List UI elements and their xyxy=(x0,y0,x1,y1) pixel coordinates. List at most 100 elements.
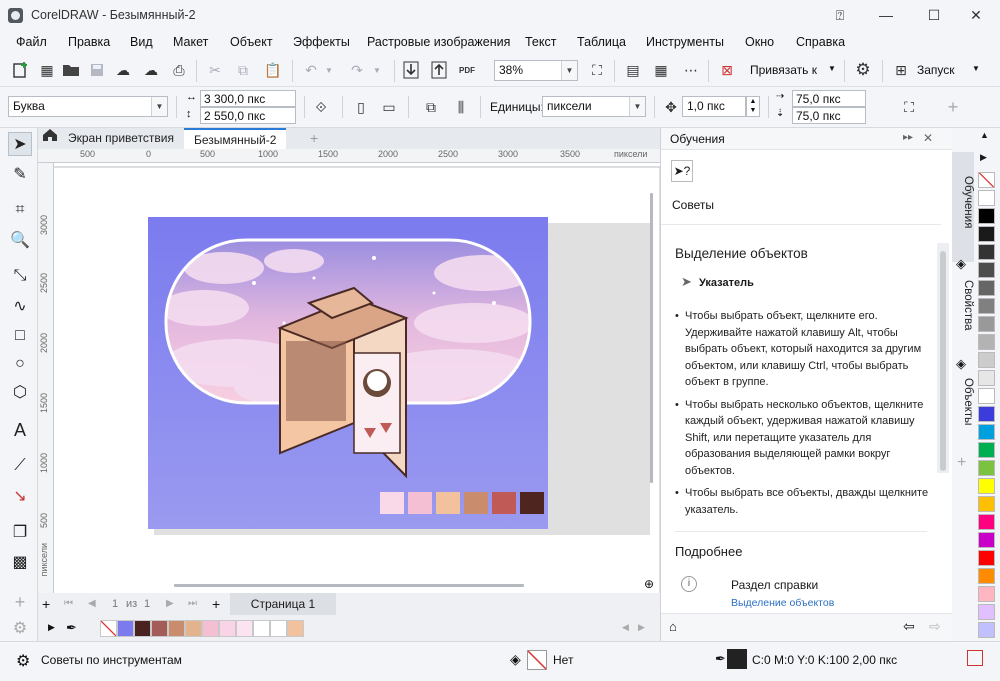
home-icon[interactable]: ⌂ xyxy=(669,619,677,634)
add-docker-icon[interactable]: + xyxy=(957,454,966,472)
palette-swatch[interactable] xyxy=(151,620,168,637)
palette-swatch[interactable] xyxy=(287,620,304,637)
palette-swatch[interactable] xyxy=(978,550,995,566)
fill-none-swatch[interactable] xyxy=(527,650,547,670)
add-tool-icon[interactable]: + xyxy=(8,590,32,614)
chevron-down-icon[interactable]: ▼ xyxy=(828,64,836,73)
snap-to-dropdown[interactable]: Привязать к xyxy=(750,63,817,77)
tab-document[interactable]: Безымянный-2 xyxy=(184,128,287,149)
palette-swatch[interactable] xyxy=(978,226,995,242)
scroll-left-icon[interactable]: ◀ xyxy=(622,622,629,633)
color-proof-icon[interactable] xyxy=(967,650,983,666)
palette-swatch[interactable] xyxy=(117,620,134,637)
text-tool-icon[interactable]: A xyxy=(8,418,32,442)
cut-icon[interactable]: ✂ xyxy=(204,59,226,81)
hint-pointer-icon[interactable]: ➤? xyxy=(671,160,693,182)
palette-swatch[interactable] xyxy=(978,388,995,404)
rectangle-tool-icon[interactable]: □ xyxy=(8,324,32,348)
chevron-down-icon[interactable]: ▼ xyxy=(972,64,980,73)
forward-arrow-icon[interactable]: ⇨ xyxy=(929,618,941,635)
last-page-icon[interactable]: ⏭ xyxy=(188,598,197,609)
menu-tools[interactable]: Инструменты xyxy=(646,35,724,49)
nudge-distance-input[interactable]: 1,0 пкс xyxy=(682,96,746,117)
palette-swatch[interactable] xyxy=(978,478,995,494)
current-page-icon[interactable]: ⧉ xyxy=(420,96,442,118)
outline-color-swatch[interactable] xyxy=(727,649,747,669)
import-icon[interactable] xyxy=(400,59,422,81)
palette-up-icon[interactable]: ▲ xyxy=(980,130,989,140)
palette-swatch[interactable] xyxy=(270,620,287,637)
chevron-down-icon[interactable]: ▼ xyxy=(629,97,645,116)
palette-swatch[interactable] xyxy=(978,532,995,548)
copy-icon[interactable]: ⧉ xyxy=(232,59,254,81)
palette-swatch[interactable] xyxy=(978,280,995,296)
palette-swatch[interactable] xyxy=(978,604,995,620)
pick-tool-icon[interactable]: ➤ xyxy=(8,132,32,156)
print-icon[interactable]: ⎙ xyxy=(168,59,190,81)
tab-page-1[interactable]: Страница 1 xyxy=(230,593,336,615)
polygon-tool-icon[interactable]: ⬡ xyxy=(8,380,32,404)
close-panel-icon[interactable]: ✕ xyxy=(923,131,933,145)
eyedropper-icon[interactable]: ✒ xyxy=(66,620,77,636)
menu-file[interactable]: Файл xyxy=(16,35,47,49)
close-button[interactable]: ✕ xyxy=(960,4,992,26)
paper-preset-select[interactable]: Буква ▼ xyxy=(8,96,168,117)
snap-off-icon[interactable]: ⊠ xyxy=(716,59,738,81)
undo-dropdown-icon[interactable]: ▼ xyxy=(318,59,340,81)
minimize-button[interactable]: — xyxy=(870,4,902,26)
palette-swatch[interactable] xyxy=(978,244,995,260)
menu-table[interactable]: Таблица xyxy=(577,35,626,49)
redo-dropdown-icon[interactable]: ▼ xyxy=(366,59,388,81)
portrait-icon[interactable]: ▯ xyxy=(350,96,372,118)
cloud-download-icon[interactable]: ☁ xyxy=(112,59,134,81)
settings-gear-icon[interactable]: ⚙ xyxy=(16,651,30,671)
palette-swatch[interactable] xyxy=(978,496,995,512)
treat-as-filled-icon[interactable]: ⛶ xyxy=(898,96,920,118)
tab-properties[interactable]: Свойства xyxy=(952,280,974,331)
palette-menu-icon[interactable]: ▶ xyxy=(48,622,55,633)
duplicate-y-input[interactable]: 75,0 пкс xyxy=(792,107,866,124)
page-width-input[interactable]: 3 300,0 пкс xyxy=(200,90,296,107)
palette-swatch[interactable] xyxy=(978,460,995,476)
chevron-down-icon[interactable]: ▼ xyxy=(561,61,577,80)
bleed-icon[interactable]: ⫼ xyxy=(450,96,472,118)
maximize-button[interactable]: ☐ xyxy=(918,4,950,26)
first-page-icon[interactable]: ⏮ xyxy=(64,598,73,609)
palette-swatch[interactable] xyxy=(978,568,995,584)
help-link[interactable]: Выделение объектов xyxy=(731,597,834,609)
add-page-before-icon[interactable]: + xyxy=(42,596,50,612)
palette-swatch[interactable] xyxy=(978,370,995,386)
palette-swatch[interactable] xyxy=(978,424,995,440)
prev-page-icon[interactable]: ◀ xyxy=(88,598,96,609)
launch-dropdown[interactable]: Запуск xyxy=(917,63,955,77)
palette-swatch[interactable] xyxy=(236,620,253,637)
units-select[interactable]: пиксели ▼ xyxy=(542,96,646,117)
add-tab-icon[interactable]: + xyxy=(300,128,328,149)
launch-icon[interactable]: ⊞ xyxy=(890,59,912,81)
palette-swatch[interactable] xyxy=(978,514,995,530)
zoom-tool-icon[interactable]: 🔍 xyxy=(8,228,32,252)
tab-objects[interactable]: Объекты xyxy=(952,378,974,425)
palette-swatch[interactable] xyxy=(202,620,219,637)
menu-layout[interactable]: Макет xyxy=(173,35,208,49)
palette-menu-icon[interactable]: ▶ xyxy=(980,152,987,163)
tab-learning[interactable]: Обучения xyxy=(952,152,974,262)
menu-view[interactable]: Вид xyxy=(130,35,153,49)
palette-swatch[interactable] xyxy=(978,406,995,422)
menu-text[interactable]: Текст xyxy=(525,35,556,49)
publish-pdf-icon[interactable]: PDF xyxy=(456,59,478,81)
full-screen-preview-icon[interactable]: ▤ xyxy=(622,59,644,81)
artistic-media-icon[interactable]: ∿ xyxy=(8,294,32,318)
palette-swatch[interactable] xyxy=(978,298,995,314)
menu-edit[interactable]: Правка xyxy=(68,35,110,49)
options-gear-icon[interactable]: ⚙ xyxy=(852,59,874,81)
show-guidelines-icon[interactable]: ⋯ xyxy=(680,59,702,81)
paste-icon[interactable]: 📋 xyxy=(262,59,284,81)
palette-swatch[interactable] xyxy=(219,620,236,637)
vertical-scrollbar[interactable] xyxy=(650,193,653,483)
save-icon[interactable] xyxy=(86,59,108,81)
zoom-corner-icon[interactable]: ⊕ xyxy=(644,577,654,591)
scroll-right-icon[interactable]: ▶ xyxy=(638,622,645,633)
add-page-after-icon[interactable]: + xyxy=(212,596,220,612)
panel-scrollbar[interactable] xyxy=(937,243,949,473)
